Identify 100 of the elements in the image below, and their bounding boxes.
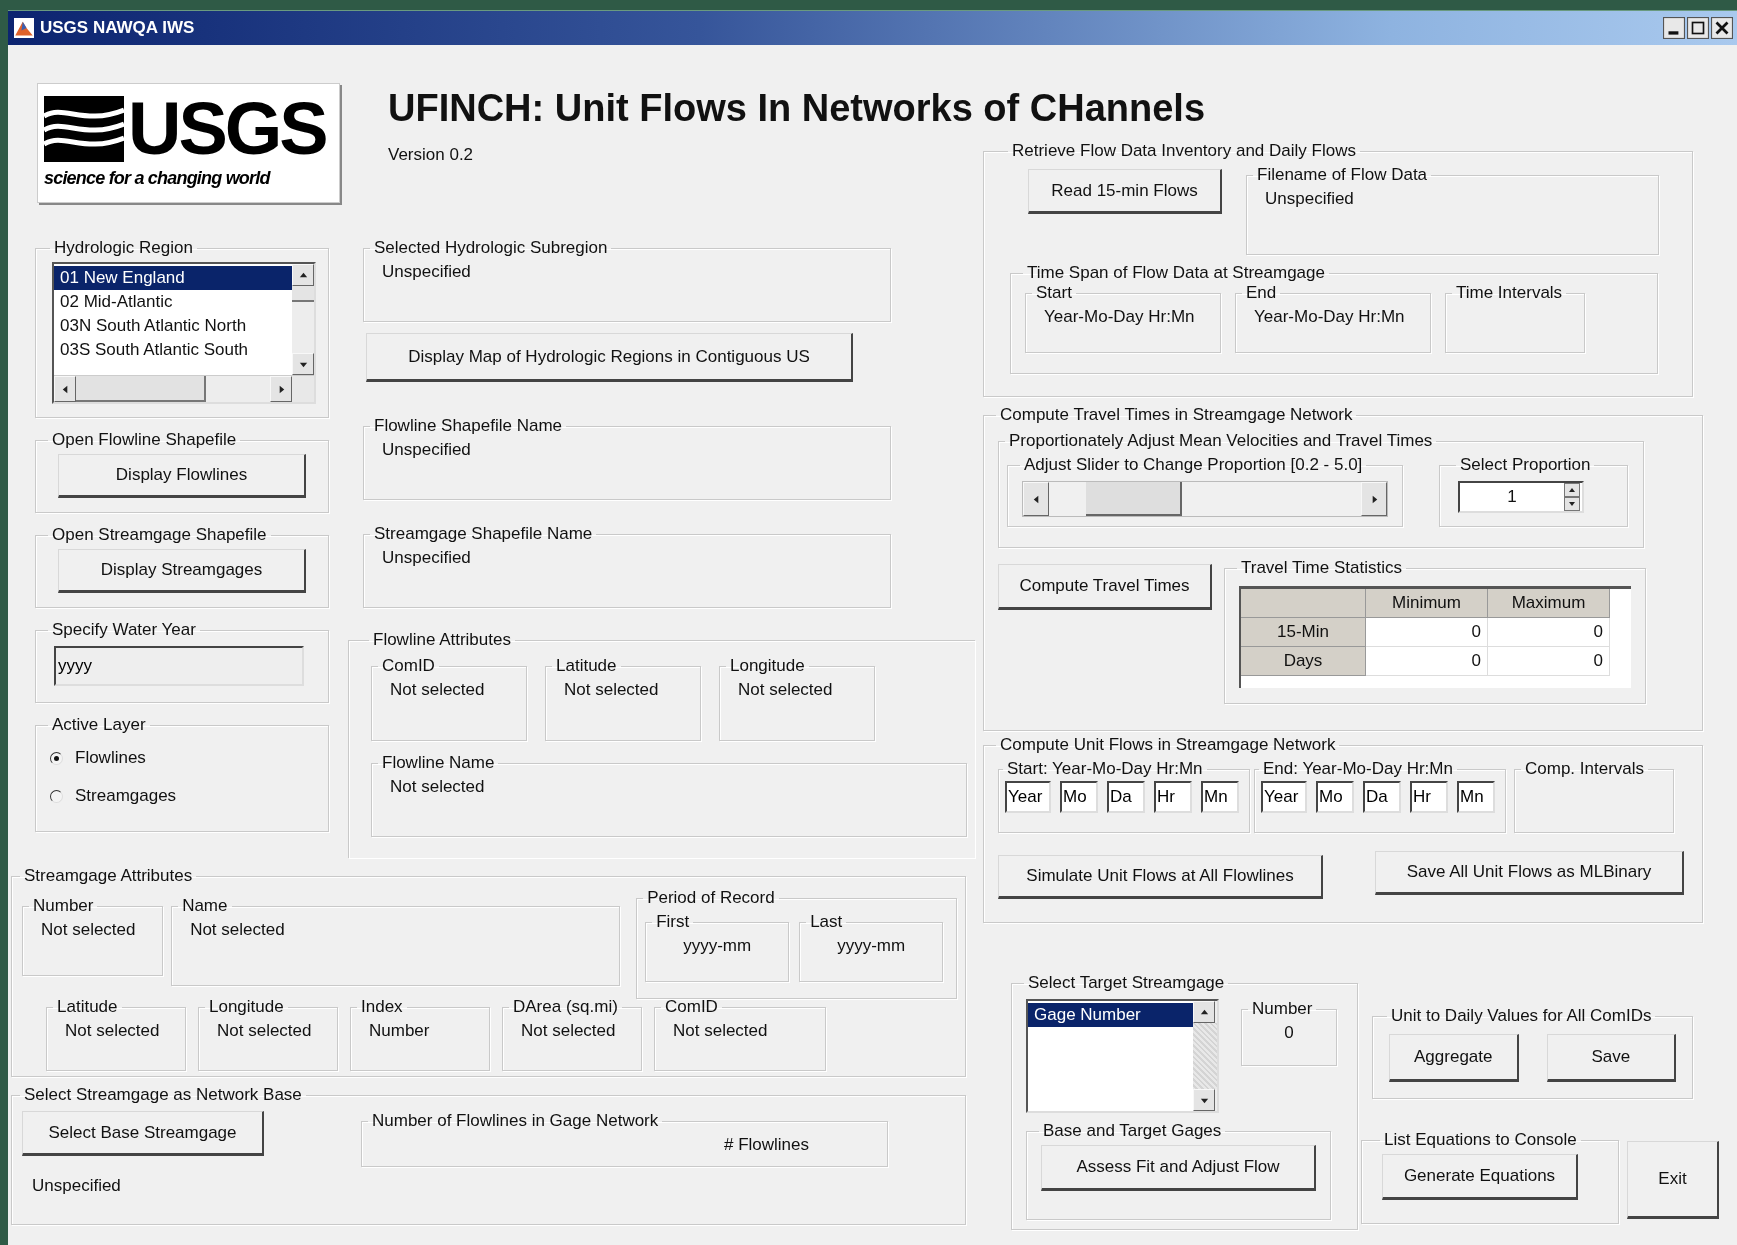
version-text: Version 0.2 — [388, 145, 474, 165]
scrollbar-corner — [292, 376, 314, 402]
minimize-icon[interactable] — [1663, 17, 1685, 39]
vertical-scrollbar[interactable] — [1193, 1001, 1217, 1111]
proportion-spinner[interactable]: 1 — [1458, 481, 1584, 513]
generate-equations-button[interactable]: Generate Equations — [1382, 1154, 1578, 1200]
list-item[interactable]: 03N South Atlantic North — [54, 314, 292, 338]
select-base-button[interactable]: Select Base Streamgage — [22, 1111, 264, 1156]
value-text: Not selected — [216, 1020, 313, 1042]
assess-fit-button[interactable]: Assess Fit and Adjust Flow — [1041, 1145, 1316, 1191]
value-text: Year-Mo-Day Hr:Mn — [1043, 306, 1196, 328]
date-part-field[interactable]: Da — [1107, 781, 1145, 813]
daily-values-button[interactable]: Aggregate — [1389, 1034, 1519, 1082]
panel-title: ComID — [664, 997, 719, 1017]
wave-icon — [44, 96, 124, 162]
value-text: Not selected — [563, 679, 660, 701]
panel-title: Streamgage Shapefile Name — [373, 524, 594, 544]
panel-title: Adjust Slider to Change Proportion [0.2 - 5.0] — [1023, 455, 1364, 475]
table-cell: 0 — [1488, 618, 1610, 647]
panel-title: Filename of Flow Data — [1256, 165, 1429, 185]
panel-title: Number — [1251, 999, 1314, 1019]
simulate-button[interactable]: Simulate Unit Flows at All Flowlines — [998, 855, 1323, 899]
list-item[interactable]: 01 New England — [54, 266, 292, 290]
list-item[interactable]: 02 Mid-Atlantic — [54, 290, 292, 314]
panel-title: ComID — [381, 656, 436, 676]
value-text: Unspecified — [381, 439, 472, 461]
value-text: Unspecified — [381, 547, 472, 569]
display-map-button[interactable]: Display Map of Hydrologic Regions in Contiguous US — [366, 333, 853, 382]
gage-list[interactable]: Gage Number — [1026, 999, 1219, 1113]
column-header: Minimum — [1366, 589, 1488, 618]
exit-button[interactable]: Exit — [1627, 1141, 1719, 1219]
date-part-field[interactable]: Mn — [1457, 781, 1495, 813]
logo-tagline: science for a changing world — [44, 168, 272, 189]
panel-title: Open Flowline Shapefile — [51, 430, 238, 450]
horizontal-scrollbar[interactable] — [54, 375, 314, 402]
date-part-field[interactable]: Mo — [1060, 781, 1098, 813]
display-streamgages-button[interactable]: Display Streamgages — [58, 549, 306, 593]
value-text: 0 — [1283, 1022, 1295, 1044]
panel-title: DArea (sq.mi) — [512, 997, 619, 1017]
panel-title: Longitude — [729, 656, 806, 676]
vertical-scrollbar[interactable] — [292, 264, 314, 375]
save-binary-button[interactable]: Save All Unit Flows as MLBinary — [1375, 851, 1684, 895]
compute-travel-times-button[interactable]: Compute Travel Times — [998, 564, 1212, 610]
date-part-field[interactable]: Year — [1261, 781, 1307, 813]
scroll-thumb[interactable] — [76, 376, 206, 402]
radio-button[interactable] — [50, 751, 63, 765]
slider-thumb[interactable] — [1085, 482, 1182, 516]
panel-title: Select Streamgage as Network Base — [23, 1085, 303, 1105]
panel-title: Period of Record — [646, 888, 776, 908]
date-part-field[interactable]: Hr — [1410, 781, 1448, 813]
value-text: yyyy-mm — [682, 935, 753, 957]
panel-title: Flowline Name — [381, 753, 496, 773]
radio-label[interactable]: Streamgages — [75, 786, 177, 806]
value-text: Not selected — [40, 919, 137, 941]
value-text: yyyy-mm — [836, 935, 907, 957]
panel-title: List Equations to Console — [1383, 1130, 1578, 1150]
value-text: Not selected — [672, 1020, 769, 1042]
panel-title: Hydrologic Region — [53, 238, 194, 258]
panel-title: Flowline Attributes — [372, 630, 512, 650]
region-list[interactable]: 01 New England 02 Mid-Atlantic 03N South Atlantic North 03S South Atlantic South — [52, 262, 316, 404]
list-item[interactable]: 03S South Atlantic South — [54, 338, 292, 362]
date-part-field[interactable]: Da — [1363, 781, 1401, 813]
value-text: Not selected — [737, 679, 834, 701]
spinner-arrows-icon[interactable] — [1564, 483, 1580, 511]
status-text: Unspecified — [32, 1176, 122, 1196]
value-text: Not selected — [189, 919, 286, 941]
radio-button[interactable] — [50, 789, 63, 803]
maximize-icon[interactable] — [1687, 17, 1709, 39]
close-icon[interactable] — [1711, 17, 1733, 39]
logo-wordmark: USGS — [128, 92, 326, 166]
value-text: # Flowlines — [722, 1134, 810, 1156]
window-title: USGS NAWQA IWS — [40, 18, 195, 38]
panel-title: First — [655, 912, 691, 932]
radio-label[interactable]: Flowlines — [75, 748, 146, 768]
value-text: Unspecified — [1264, 188, 1355, 210]
panel-title: Select Target Streamgage — [1027, 973, 1226, 993]
date-part-field[interactable]: Hr — [1154, 781, 1192, 813]
date-part-field[interactable]: Mo — [1316, 781, 1354, 813]
panel-title: Latitude — [555, 656, 618, 676]
read-flows-button[interactable]: Read 15-min Flows — [1028, 169, 1222, 214]
panel-title: Time Intervals — [1455, 283, 1564, 303]
panel-title: Specify Water Year — [51, 620, 197, 640]
panel-title: Latitude — [56, 997, 119, 1017]
date-part-field[interactable]: Year — [1005, 781, 1051, 813]
proportion-slider[interactable] — [1022, 481, 1388, 517]
panel-title: Open Streamgage Shapefile — [51, 525, 268, 545]
panel-title: Streamgage Attributes — [23, 866, 194, 886]
list-item[interactable]: Gage Number — [1028, 1003, 1193, 1027]
water-year-field[interactable]: yyyy — [54, 646, 304, 686]
panel-title: Longitude — [208, 997, 285, 1017]
panel-title: Base and Target Gages — [1042, 1121, 1223, 1141]
panel-title: Start: Year-Mo-Day Hr:Mn — [1006, 759, 1204, 779]
daily-values-button[interactable]: Save — [1546, 1034, 1676, 1082]
panel-title: Number of Flowlines in Gage Network — [371, 1111, 660, 1131]
panel-title: End: Year-Mo-Day Hr:Mn — [1262, 759, 1454, 779]
scroll-thumb[interactable] — [292, 286, 314, 302]
display-flowlines-button[interactable]: Display Flowlines — [58, 454, 306, 498]
table-cell: 0 — [1366, 647, 1488, 676]
value-text: Not selected — [389, 679, 486, 701]
date-part-field[interactable]: Mn — [1201, 781, 1239, 813]
